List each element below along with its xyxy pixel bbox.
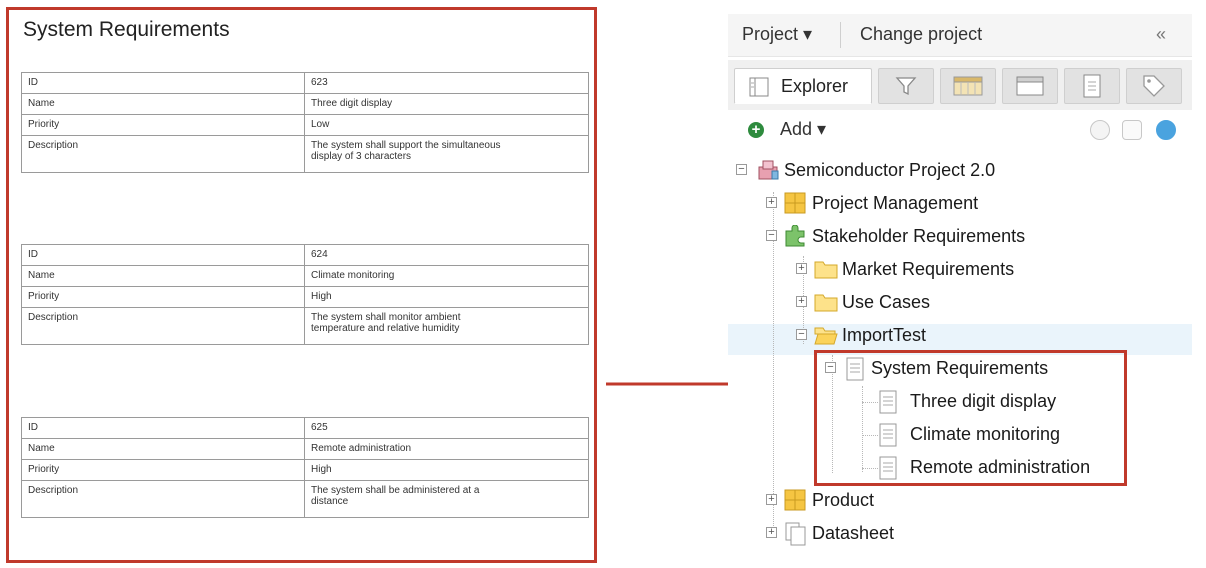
requirement-priority: High bbox=[304, 459, 589, 481]
help-globe-icon[interactable] bbox=[1156, 120, 1176, 140]
calendar-icon bbox=[953, 76, 983, 96]
tag-icon bbox=[1143, 75, 1165, 97]
tab-calendar[interactable] bbox=[940, 68, 996, 104]
tab-tag[interactable] bbox=[1126, 68, 1182, 104]
field-label-id: ID bbox=[21, 417, 305, 439]
tree-item-label: Use Cases bbox=[842, 292, 931, 312]
project-toolbar: Project ▾ Change project « bbox=[728, 14, 1192, 57]
requirement-table-625: ID 625 Name Remote administration Priori… bbox=[21, 417, 589, 518]
field-label-id: ID bbox=[21, 244, 305, 266]
tree-item-label: Semiconductor Project 2.0 bbox=[784, 160, 996, 180]
collapse-panel-icon[interactable]: « bbox=[1156, 24, 1166, 45]
puzzle-icon bbox=[785, 225, 805, 247]
document-panel: System Requirements ID 623 Name Three di… bbox=[6, 7, 597, 563]
expand-toggle-icon[interactable]: + bbox=[766, 197, 777, 208]
toolbar-divider bbox=[840, 22, 841, 48]
field-label-description: Description bbox=[21, 480, 305, 518]
field-label-priority: Priority bbox=[21, 286, 305, 308]
collapse-toggle-icon[interactable]: − bbox=[796, 329, 807, 340]
add-icon[interactable]: + bbox=[748, 122, 764, 138]
collapse-toggle-icon[interactable]: − bbox=[766, 230, 777, 241]
expand-toggle-icon[interactable]: + bbox=[796, 296, 807, 307]
requirement-priority: High bbox=[304, 286, 589, 308]
tab-explorer[interactable]: Explorer bbox=[734, 68, 872, 104]
project-icon bbox=[758, 160, 779, 180]
add-button[interactable]: Add ▾ bbox=[780, 119, 826, 140]
open-folder-icon bbox=[814, 327, 838, 345]
grid-folder-icon bbox=[784, 192, 806, 214]
project-menu[interactable]: Project ▾ bbox=[742, 24, 812, 45]
requirement-description: The system shall support the simultaneou… bbox=[304, 135, 589, 173]
requirement-id: 623 bbox=[304, 72, 589, 94]
filter-icon bbox=[895, 77, 917, 96]
change-project-link[interactable]: Change project bbox=[860, 24, 982, 45]
field-label-name: Name bbox=[21, 93, 305, 115]
imported-items-highlight bbox=[814, 350, 1127, 486]
tree-item-label: Market Requirements bbox=[842, 259, 1015, 279]
requirement-description: The system shall be administered at a di… bbox=[304, 480, 589, 518]
tree-connector bbox=[773, 192, 774, 538]
field-label-description: Description bbox=[21, 135, 305, 173]
requirement-id: 624 bbox=[304, 244, 589, 266]
tree-item-label: Product bbox=[812, 490, 875, 510]
requirement-id: 625 bbox=[304, 417, 589, 439]
document-icon bbox=[1083, 74, 1101, 98]
expand-toggle-icon[interactable]: + bbox=[796, 263, 807, 274]
sort-icon[interactable] bbox=[1122, 120, 1142, 140]
field-label-name: Name bbox=[21, 438, 305, 460]
folder-icon bbox=[814, 261, 838, 279]
copy-documents-icon bbox=[785, 522, 806, 546]
expand-toggle-icon[interactable]: + bbox=[766, 527, 777, 538]
field-label-priority: Priority bbox=[21, 459, 305, 481]
requirement-table-623: ID 623 Name Three digit display Priority… bbox=[21, 72, 589, 173]
add-toolbar: + Add ▾ bbox=[728, 114, 1192, 150]
explorer-icon bbox=[749, 77, 769, 97]
tree-item-label: Project Management bbox=[812, 193, 979, 213]
expand-toggle-icon[interactable]: + bbox=[766, 494, 777, 505]
field-label-priority: Priority bbox=[21, 114, 305, 136]
tab-document[interactable] bbox=[1064, 68, 1120, 104]
field-label-name: Name bbox=[21, 265, 305, 287]
requirement-priority: Low bbox=[304, 114, 589, 136]
document-title: System Requirements bbox=[23, 18, 230, 41]
window-icon bbox=[1016, 76, 1044, 96]
tree-item-label: Stakeholder Requirements bbox=[812, 226, 1026, 246]
tab-filter[interactable] bbox=[878, 68, 934, 104]
field-label-description: Description bbox=[21, 307, 305, 345]
requirement-name: Remote administration bbox=[304, 438, 589, 460]
requirement-name: Three digit display bbox=[304, 93, 589, 115]
field-label-id: ID bbox=[21, 72, 305, 94]
requirement-name: Climate monitoring bbox=[304, 265, 589, 287]
grid-folder-icon bbox=[784, 489, 806, 511]
settings-gear-icon[interactable] bbox=[1090, 120, 1110, 140]
tab-window[interactable] bbox=[1002, 68, 1058, 104]
explorer-tabs: Explorer bbox=[728, 60, 1192, 110]
collapse-toggle-icon[interactable]: − bbox=[736, 164, 747, 175]
tree-item-label: Datasheet bbox=[812, 523, 895, 543]
tree-item-label: ImportTest bbox=[842, 325, 927, 345]
tab-explorer-label: Explorer bbox=[781, 76, 849, 96]
folder-icon bbox=[814, 294, 838, 312]
requirement-description: The system shall monitor ambient tempera… bbox=[304, 307, 589, 345]
requirement-table-624: ID 624 Name Climate monitoring Priority … bbox=[21, 244, 589, 345]
